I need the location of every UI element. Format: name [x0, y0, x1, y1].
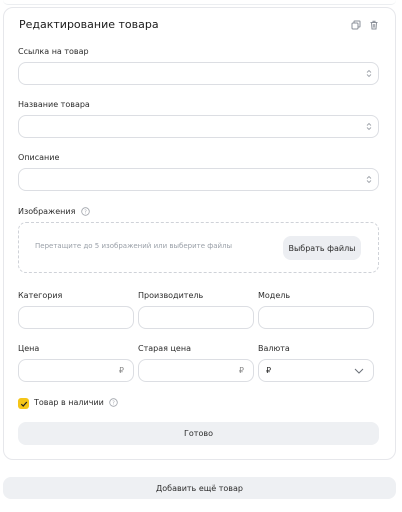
old-price-label: Старая цена [138, 344, 191, 353]
description-label: Описание [18, 153, 60, 162]
currency-select[interactable]: ₽ [258, 359, 374, 382]
choose-files-button[interactable]: Выбрать файлы [283, 236, 361, 260]
old-price-input[interactable]: ₽ [138, 359, 254, 382]
price-label: Цена [18, 344, 40, 353]
done-button[interactable]: Готово [18, 422, 379, 445]
checkmark-icon [20, 401, 27, 407]
chevron-down-icon [354, 368, 364, 374]
link-label: Ссылка на товар [18, 47, 89, 56]
images-label-row: Изображения ? [18, 207, 90, 216]
currency-label: Валюта [258, 344, 290, 353]
price-input[interactable]: ₽ [18, 359, 134, 382]
price-currency-suffix: ₽ [118, 366, 124, 375]
card-title: Редактирование товара [19, 18, 159, 31]
previous-card-edge [3, 0, 396, 5]
currency-selected-value: ₽ [266, 366, 272, 375]
image-dropzone[interactable]: Перетащите до 5 изображений или выберите… [18, 222, 379, 273]
svg-text:?: ? [84, 209, 87, 215]
stepper-icon [366, 122, 372, 131]
in-stock-label-row: Товар в наличии ? [34, 398, 119, 407]
name-label: Название товара [18, 100, 90, 109]
copy-icon[interactable] [351, 20, 361, 30]
category-input[interactable] [18, 306, 134, 329]
manufacturer-label: Производитель [138, 291, 204, 300]
stepper-icon [366, 69, 372, 78]
images-label: Изображения [18, 207, 76, 216]
add-another-product-button[interactable]: Добавить ещё товар [3, 477, 396, 499]
manufacturer-input[interactable] [138, 306, 254, 329]
link-input[interactable] [18, 62, 379, 85]
name-input[interactable] [18, 115, 379, 138]
dropzone-text: Перетащите до 5 изображений или выберите… [35, 242, 233, 250]
model-label: Модель [258, 291, 291, 300]
card-actions [351, 20, 379, 30]
category-label: Категория [18, 291, 63, 300]
help-icon[interactable]: ? [109, 398, 119, 407]
description-input[interactable] [18, 168, 379, 191]
svg-text:?: ? [113, 400, 116, 406]
stepper-icon [366, 175, 372, 184]
in-stock-label: Товар в наличии [34, 398, 104, 407]
model-input[interactable] [258, 306, 374, 329]
trash-icon[interactable] [369, 20, 379, 30]
help-icon[interactable]: ? [81, 207, 90, 216]
in-stock-checkbox[interactable] [18, 398, 29, 409]
old-price-currency-suffix: ₽ [238, 366, 244, 375]
